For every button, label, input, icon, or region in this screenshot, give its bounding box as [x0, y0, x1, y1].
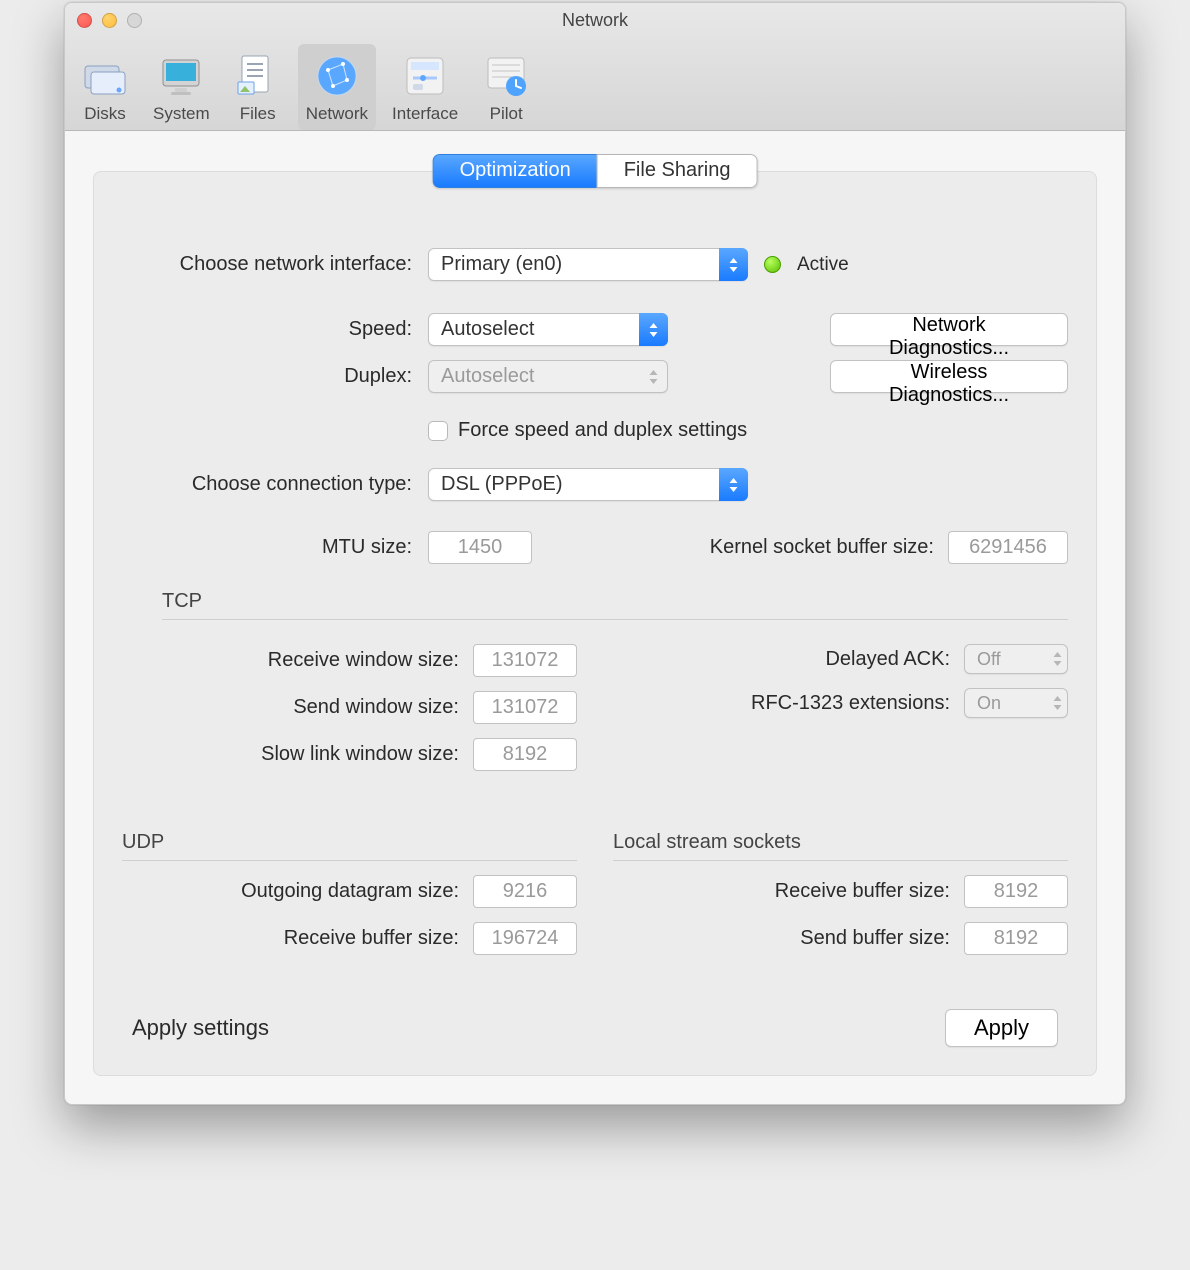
delayed-ack-value: Off — [977, 649, 1001, 670]
duplex-select: Autoselect — [428, 360, 668, 393]
network-icon — [313, 52, 361, 100]
ls-recv-buf-input[interactable] — [964, 875, 1068, 908]
outgoing-dg-input[interactable] — [473, 875, 577, 908]
toolbar-label: Disks — [84, 104, 126, 124]
tcp-heading: TCP — [162, 590, 1068, 613]
toolbar-label: Network — [306, 104, 368, 124]
ls-send-buf-label: Send buffer size: — [800, 927, 950, 950]
connection-type-label: Choose connection type: — [122, 473, 412, 496]
window-title: Network — [65, 3, 1125, 31]
rfc1323-value: On — [977, 693, 1001, 714]
mtu-input[interactable] — [428, 531, 532, 564]
force-speed-checkbox[interactable]: Force speed and duplex settings — [428, 419, 747, 442]
delayed-ack-label: Delayed ACK: — [825, 648, 950, 671]
speed-label: Speed: — [122, 318, 412, 341]
tab-segmented: Optimization File Sharing — [433, 154, 758, 188]
duplex-value: Autoselect — [441, 365, 534, 388]
titlebar: Network Disks System Files — [65, 3, 1125, 131]
files-icon — [234, 52, 282, 100]
status-active-label: Active — [797, 254, 849, 276]
speed-select[interactable]: Autoselect — [428, 313, 668, 346]
apply-settings-label: Apply settings — [132, 1015, 269, 1041]
divider — [613, 860, 1068, 861]
popup-arrows-icon — [719, 468, 748, 501]
settings-panel: Optimization File Sharing Choose network… — [93, 171, 1097, 1076]
interface-value: Primary (en0) — [441, 253, 562, 276]
udp-heading: UDP — [122, 831, 577, 854]
rfc1323-label: RFC-1323 extensions: — [751, 692, 950, 715]
checkbox-box-icon — [428, 421, 448, 441]
status-indicator-icon — [764, 256, 781, 273]
toolbar-label: Files — [240, 104, 276, 124]
slow-link-input[interactable] — [473, 738, 577, 771]
toolbar-label: Interface — [392, 104, 458, 124]
connection-type-select[interactable]: DSL (PPPoE) — [428, 468, 748, 501]
close-window-button[interactable] — [77, 13, 92, 28]
popup-arrows-icon — [639, 360, 668, 393]
traffic-lights — [77, 13, 142, 28]
toolbar-network[interactable]: Network — [298, 44, 376, 130]
slow-link-label: Slow link window size: — [261, 743, 459, 766]
interface-label: Choose network interface: — [122, 253, 412, 276]
toolbar-pilot[interactable]: Pilot — [474, 44, 538, 130]
toolbar: Disks System Files Network — [73, 44, 1117, 130]
tab-optimization[interactable]: Optimization — [433, 154, 597, 188]
popup-arrows-icon — [1046, 688, 1068, 718]
network-diagnostics-button[interactable]: Network Diagnostics... — [830, 313, 1068, 346]
udp-recv-buf-label: Receive buffer size: — [284, 927, 459, 950]
connection-type-value: DSL (PPPoE) — [441, 473, 563, 496]
toolbar-files[interactable]: Files — [226, 44, 290, 130]
disks-icon — [81, 52, 129, 100]
ls-send-buf-input[interactable] — [964, 922, 1068, 955]
duplex-label: Duplex: — [122, 365, 412, 388]
force-speed-label: Force speed and duplex settings — [458, 419, 747, 442]
popup-arrows-icon — [639, 313, 668, 346]
toolbar-interface[interactable]: Interface — [384, 44, 466, 130]
popup-arrows-icon — [719, 248, 748, 281]
ls-recv-buf-label: Receive buffer size: — [775, 880, 950, 903]
interface-select[interactable]: Primary (en0) — [428, 248, 748, 281]
kernel-buffer-label: Kernel socket buffer size: — [710, 536, 934, 559]
apply-button[interactable]: Apply — [945, 1009, 1058, 1047]
content: Optimization File Sharing Choose network… — [65, 131, 1125, 1104]
recv-win-input[interactable] — [473, 644, 577, 677]
preferences-window: Network Disks System Files — [64, 2, 1126, 1105]
zoom-window-button — [127, 13, 142, 28]
popup-arrows-icon — [1046, 644, 1068, 674]
minimize-window-button[interactable] — [102, 13, 117, 28]
system-icon — [157, 52, 205, 100]
speed-value: Autoselect — [441, 318, 534, 341]
divider — [122, 860, 577, 861]
kernel-buffer-input[interactable] — [948, 531, 1068, 564]
divider — [162, 619, 1068, 620]
send-win-label: Send window size: — [293, 696, 459, 719]
toolbar-label: System — [153, 104, 210, 124]
local-stream-heading: Local stream sockets — [613, 831, 1068, 854]
toolbar-disks[interactable]: Disks — [73, 44, 137, 130]
toolbar-system[interactable]: System — [145, 44, 218, 130]
rfc1323-select: On — [964, 688, 1068, 718]
tab-file-sharing[interactable]: File Sharing — [597, 154, 758, 188]
toolbar-label: Pilot — [490, 104, 523, 124]
interface-icon — [401, 52, 449, 100]
delayed-ack-select: Off — [964, 644, 1068, 674]
send-win-input[interactable] — [473, 691, 577, 724]
recv-win-label: Receive window size: — [268, 649, 459, 672]
pilot-icon — [482, 52, 530, 100]
outgoing-dg-label: Outgoing datagram size: — [241, 880, 459, 903]
udp-recv-buf-input[interactable] — [473, 922, 577, 955]
mtu-label: MTU size: — [122, 536, 412, 559]
wireless-diagnostics-button[interactable]: Wireless Diagnostics... — [830, 360, 1068, 393]
